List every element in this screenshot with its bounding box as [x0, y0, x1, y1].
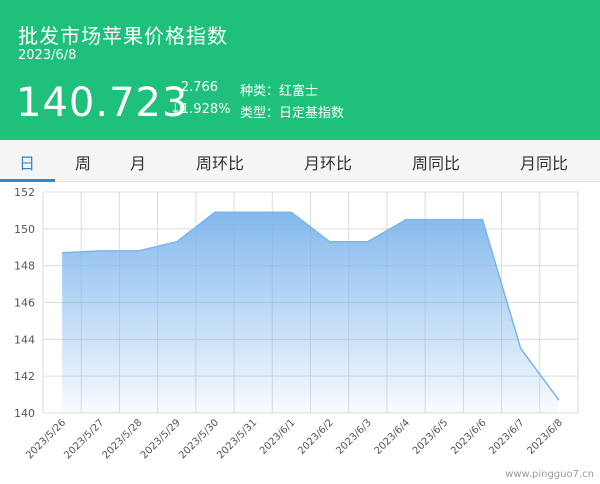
variety-label: 种类：红富士: [240, 84, 319, 99]
index-type-label: 类型：日定基指数: [240, 106, 345, 121]
y-tick-label: 150: [14, 223, 35, 236]
price-change: - 2.766: [172, 80, 219, 95]
chart-svg: 1401421441461481501522023/5/262023/5/272…: [14, 186, 579, 461]
x-tick-label: 2023/6/6: [449, 417, 489, 457]
x-tick-label: 2023/5/26: [24, 417, 68, 461]
tab-month[interactable]: 月: [130, 150, 146, 174]
y-tick-label: 140: [14, 407, 35, 420]
x-tick-label: 2023/5/30: [177, 417, 221, 461]
index-title: 批发市场苹果价格指数: [18, 24, 228, 48]
x-tick-label: 2023/6/5: [411, 417, 451, 457]
tab-week-on-week[interactable]: 周环比: [196, 150, 244, 174]
x-tick-label: 2023/6/2: [296, 417, 336, 457]
current-price: 140.723: [16, 80, 189, 126]
period-tabs: 日 周 月 周环比 月环比 周同比 月同比: [0, 140, 600, 182]
x-tick-label: 2023/5/29: [139, 417, 183, 461]
x-tick-label: 2023/6/4: [373, 417, 413, 457]
y-tick-label: 152: [14, 186, 35, 199]
price-change-percent: ↓1.928%: [170, 102, 231, 117]
tab-day[interactable]: 日: [19, 150, 35, 174]
watermark: www.pingguo7.cn: [505, 469, 594, 480]
y-tick-label: 144: [14, 333, 35, 346]
x-tick-label: 2023/5/27: [62, 417, 106, 461]
y-tick-label: 142: [14, 370, 35, 383]
tab-week-year-on-year[interactable]: 周同比: [412, 150, 460, 174]
tab-month-on-month[interactable]: 月环比: [304, 150, 352, 174]
y-tick-label: 148: [14, 260, 35, 273]
price-chart: 140 142 144 146 148 150 152 2023/5/26 2023/5/27 2…: [0, 182, 600, 484]
tab-week[interactable]: 周: [75, 150, 91, 174]
series-area: [62, 212, 559, 413]
x-tick-label: 2023/6/1: [258, 417, 298, 457]
x-tick-label: 2023/5/31: [215, 417, 259, 461]
tab-month-year-on-year[interactable]: 月同比: [520, 150, 568, 174]
x-tick-label: 2023/6/8: [525, 417, 565, 457]
x-tick-label: 2023/6/3: [334, 417, 374, 457]
header-panel: 批发市场苹果价格指数 2023/6/8 140.723 - 2.766 ↓1.9…: [0, 0, 600, 140]
x-tick-label: 2023/5/28: [101, 417, 145, 461]
y-tick-label: 146: [14, 297, 35, 310]
index-date: 2023/6/8: [18, 48, 77, 63]
x-tick-label: 2023/6/7: [487, 417, 527, 457]
